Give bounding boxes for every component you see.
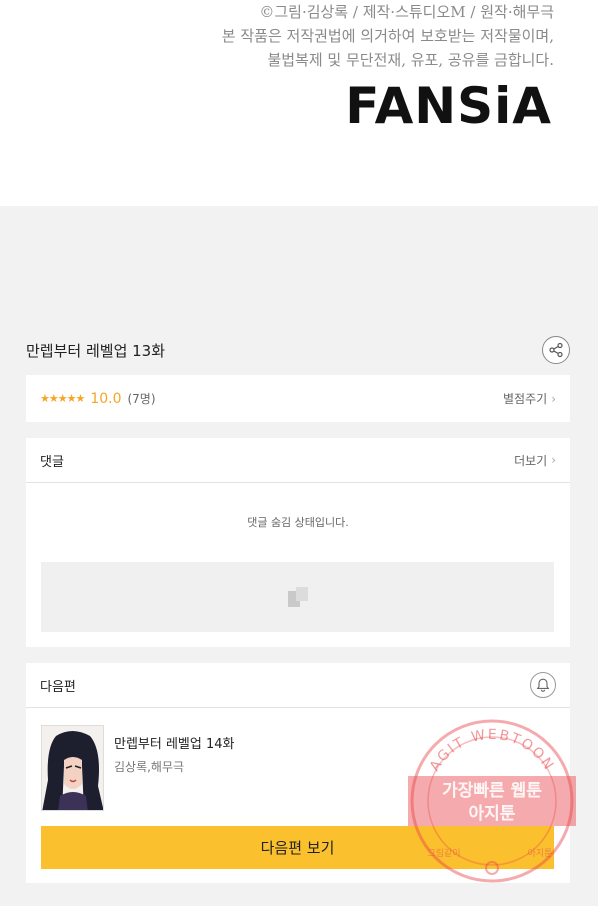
rating-summary: ★★★★★ 10.0 (7명) bbox=[40, 390, 156, 407]
comments-title: 댓글 bbox=[40, 454, 64, 470]
ad-placeholder[interactable] bbox=[41, 562, 554, 632]
next-episode-heading: 다음편 bbox=[40, 679, 76, 695]
episode-thumbnail bbox=[41, 725, 104, 811]
episode-header: 만렙부터 레벨업 13화 bbox=[26, 334, 570, 366]
next-episode-author: 김상록,해무극 bbox=[114, 760, 185, 774]
copyright-notice: ©그림·김상록 / 제작·스튜디오M / 원작·해무극 본 작품은 저작권법에 … bbox=[222, 0, 554, 72]
star-rating-icon: ★★★★★ bbox=[40, 392, 85, 405]
image-placeholder-icon bbox=[287, 587, 308, 607]
next-episode-button[interactable]: 다음편 보기 bbox=[41, 826, 554, 869]
notification-button[interactable] bbox=[530, 672, 556, 698]
comments-header: 댓글 더보기 › bbox=[26, 438, 570, 483]
copyright-line: 본 작품은 저작권법에 의거하여 보호받는 저작물이며, bbox=[221, 27, 554, 45]
share-icon bbox=[549, 342, 563, 358]
next-episode-card: 다음편 만렙부터 레벨업 14화 김상록,해무극 다음편 보기 bbox=[26, 663, 570, 883]
copyright-line: ©그림·김상록 / 제작·스튜디오M / 원작·해무극 bbox=[259, 3, 554, 21]
next-episode-title: 만렙부터 레벨업 14화 bbox=[114, 737, 235, 752]
comic-end-panel: ©그림·김상록 / 제작·스튜디오M / 원작·해무극 본 작품은 저작권법에 … bbox=[0, 0, 598, 206]
rating-count: (7명) bbox=[127, 392, 156, 406]
next-episode-info: 만렙부터 레벨업 14화 김상록,해무극 bbox=[114, 725, 235, 811]
comments-card: 댓글 더보기 › 댓글 숨김 상태입니다. bbox=[26, 438, 570, 647]
bell-icon bbox=[536, 678, 550, 692]
share-button[interactable] bbox=[542, 336, 570, 364]
chevron-right-icon: › bbox=[551, 391, 556, 406]
comments-more-button[interactable]: 더보기 › bbox=[514, 452, 556, 469]
rate-button[interactable]: 별점주기 › bbox=[503, 390, 556, 407]
comments-hidden-message: 댓글 숨김 상태입니다. bbox=[247, 516, 349, 529]
episode-title: 만렙부터 레벨업 13화 bbox=[26, 341, 166, 360]
next-episode-item[interactable]: 만렙부터 레벨업 14화 김상록,해무극 bbox=[41, 725, 235, 811]
more-label: 더보기 bbox=[514, 453, 548, 468]
chevron-right-icon: › bbox=[551, 453, 556, 467]
next-episode-header: 다음편 bbox=[26, 663, 570, 708]
fansia-logo: FANSiA bbox=[345, 80, 552, 132]
rating-score: 10.0 bbox=[90, 390, 122, 407]
copyright-line: 불법복제 및 무단전재, 유포, 공유를 금합니다. bbox=[267, 51, 554, 69]
rate-label: 별점주기 bbox=[503, 392, 548, 406]
rating-card: ★★★★★ 10.0 (7명) 별점주기 › bbox=[26, 375, 570, 422]
logo-text: FANSiA bbox=[345, 77, 552, 135]
